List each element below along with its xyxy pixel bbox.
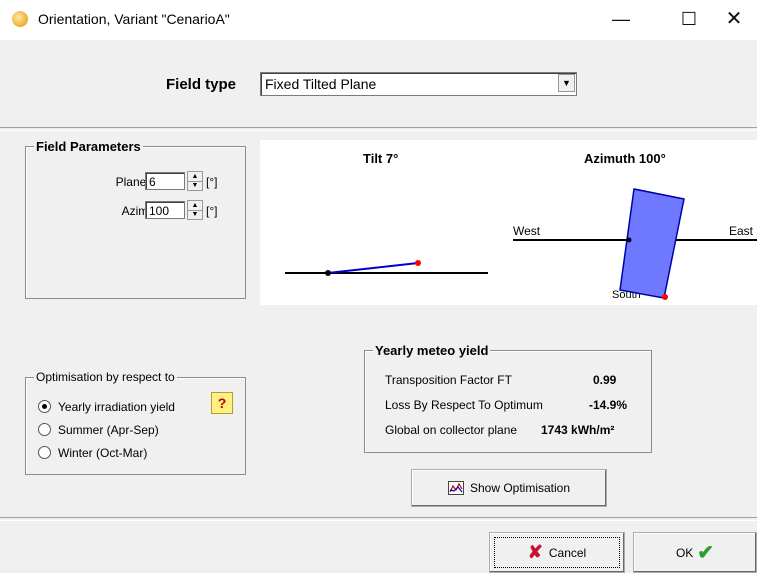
orientation-drawing: [285, 188, 757, 300]
radio-yearly-label: Yearly irradiation yield: [58, 400, 175, 414]
check-icon: ✔: [697, 542, 715, 564]
tilt-pivot-point: [325, 270, 331, 276]
plane-tilt-unit: [°]: [206, 175, 218, 189]
ok-button[interactable]: OK ✔: [633, 532, 757, 573]
show-optimisation-button[interactable]: Show Optimisation: [411, 469, 607, 507]
chart-icon: [447, 481, 464, 495]
minimize-button[interactable]: —: [598, 0, 644, 40]
close-button[interactable]: ✕: [711, 0, 757, 40]
transposition-factor-label: Transposition Factor FT: [385, 373, 512, 387]
app-icon: [12, 11, 28, 27]
title-bar: Orientation, Variant "CenarioA" — ☐ ✕: [0, 0, 757, 40]
radio-winter[interactable]: Winter (Oct-Mar): [38, 446, 147, 460]
divider: [0, 127, 757, 131]
azimuth-input[interactable]: 100: [145, 201, 185, 219]
loss-optimum-label: Loss By Respect To Optimum: [385, 398, 543, 412]
radio-yearly[interactable]: Yearly irradiation yield: [38, 400, 175, 414]
yearly-meteo-yield-group: Yearly meteo yield Transposition Factor …: [364, 343, 652, 453]
field-type-label: Field type: [166, 76, 237, 93]
azimuth-unit: [°]: [206, 204, 218, 218]
show-optimisation-label: Show Optimisation: [469, 481, 571, 495]
divider: [0, 517, 757, 521]
orientation-diagram: Tilt 7° Azimuth 100° West East South: [260, 140, 757, 305]
cancel-label: Cancel: [548, 545, 587, 560]
maximize-button[interactable]: ☐: [666, 0, 712, 40]
field-type-value: Fixed Tilted Plane: [265, 76, 377, 92]
radio-button[interactable]: [38, 446, 51, 459]
yearly-meteo-yield-title: Yearly meteo yield: [373, 343, 491, 358]
help-icon[interactable]: ?: [211, 392, 233, 414]
chevron-down-icon[interactable]: ▼: [558, 74, 575, 92]
azimuth-spinner[interactable]: ▲ ▼: [187, 200, 203, 220]
azimuth-marker: [662, 294, 668, 300]
azimuth-panel: [619, 188, 685, 299]
radio-summer-label: Summer (Apr-Sep): [58, 423, 159, 437]
optimisation-title: Optimisation by respect to: [34, 370, 177, 384]
plane-tilt-input[interactable]: 6: [145, 172, 185, 190]
transposition-factor-value: 0.99: [593, 373, 617, 387]
window-title: Orientation, Variant "CenarioA": [38, 11, 230, 27]
cancel-button[interactable]: ✘ Cancel: [489, 532, 625, 573]
tilt-marker: [415, 260, 421, 266]
global-collector-label: Global on collector plane: [385, 423, 518, 437]
field-parameters-group: Field Parameters Plane Tilt 6 ▲ ▼ [°] Az…: [25, 139, 246, 299]
cancel-x-icon: ✘: [527, 542, 543, 562]
radio-button[interactable]: [38, 423, 51, 436]
field-type-select[interactable]: Fixed Tilted Plane ▼: [260, 72, 577, 96]
optimisation-group: Optimisation by respect to Yearly irradi…: [25, 370, 246, 475]
global-collector-value: 1743 kWh/m²: [541, 423, 615, 437]
radio-summer[interactable]: Summer (Apr-Sep): [38, 423, 159, 437]
tilt-plane-line: [327, 262, 419, 274]
plane-tilt-spinner[interactable]: ▲ ▼: [187, 171, 203, 191]
ok-label: OK: [675, 545, 694, 560]
loss-optimum-value: -14.9%: [589, 398, 628, 412]
azimuth-center-point: [626, 237, 632, 243]
spin-down-icon[interactable]: ▼: [188, 181, 202, 190]
radio-winter-label: Winter (Oct-Mar): [58, 446, 148, 460]
spin-down-icon[interactable]: ▼: [188, 210, 202, 219]
field-parameters-title: Field Parameters: [34, 139, 143, 154]
radio-button-checked[interactable]: [38, 400, 51, 413]
